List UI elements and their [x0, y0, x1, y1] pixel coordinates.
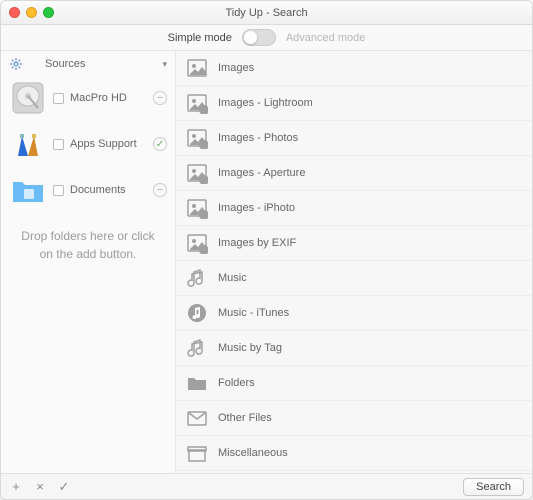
- music-tag-icon: [186, 337, 208, 359]
- category-images-aperture[interactable]: Images - Aperture: [176, 156, 532, 191]
- images-lightroom-icon: [186, 92, 208, 114]
- sidebar: Sources ▾ MacPro HD − Apps Support ✓: [1, 51, 176, 473]
- category-label: Images: [218, 62, 254, 74]
- mode-bar: Simple mode Advanced mode: [1, 25, 532, 51]
- confirm-button[interactable]: ✓: [57, 480, 71, 494]
- images-exif-icon: [186, 232, 208, 254]
- add-button[interactable]: +: [9, 480, 23, 494]
- category-label: Music: [218, 272, 247, 284]
- source-item-appssupport[interactable]: Apps Support ✓: [1, 121, 175, 167]
- titlebar: Tidy Up - Search: [1, 1, 532, 25]
- category-label: Images by EXIF: [218, 237, 296, 249]
- category-label: Images - iPhoto: [218, 202, 295, 214]
- images-aperture-icon: [186, 162, 208, 184]
- drop-hint-text: Drop folders here or click on the add bu…: [1, 213, 175, 277]
- expander-minus-icon[interactable]: −: [153, 91, 167, 105]
- search-button[interactable]: Search: [463, 478, 524, 496]
- remove-button[interactable]: ×: [33, 480, 47, 494]
- window-title: Tidy Up - Search: [1, 7, 532, 19]
- source-checkbox[interactable]: [53, 139, 64, 150]
- source-checkbox[interactable]: [53, 93, 64, 104]
- expander-minus-icon[interactable]: −: [153, 183, 167, 197]
- category-images-lightroom[interactable]: Images - Lightroom: [176, 86, 532, 121]
- category-images[interactable]: Images: [176, 51, 532, 86]
- images-icon: [186, 57, 208, 79]
- sources-list: MacPro HD − Apps Support ✓ Documents −: [1, 75, 175, 213]
- source-item-documents[interactable]: Documents −: [1, 167, 175, 213]
- source-label: Documents: [70, 184, 147, 196]
- source-checkbox[interactable]: [53, 185, 64, 196]
- category-label: Music by Tag: [218, 342, 282, 354]
- category-images-exif[interactable]: Images by EXIF: [176, 226, 532, 261]
- category-label: Music - iTunes: [218, 307, 289, 319]
- folders-icon: [186, 372, 208, 394]
- simple-mode-label[interactable]: Simple mode: [168, 32, 232, 44]
- category-label: Other Files: [218, 412, 272, 424]
- images-iphoto-icon: [186, 197, 208, 219]
- source-label: Apps Support: [70, 138, 147, 150]
- misc-icon: [186, 442, 208, 464]
- chevron-down-icon[interactable]: ▾: [162, 59, 167, 70]
- category-images-photos[interactable]: Images - Photos: [176, 121, 532, 156]
- expander-check-icon[interactable]: ✓: [153, 137, 167, 151]
- category-label: Images - Aperture: [218, 167, 305, 179]
- music-icon: [186, 267, 208, 289]
- sources-dropdown[interactable]: Sources: [45, 58, 158, 70]
- apptools-icon: [9, 125, 47, 163]
- zoom-button[interactable]: [43, 7, 54, 18]
- source-item-macprohd[interactable]: MacPro HD −: [1, 75, 175, 121]
- category-music-itunes[interactable]: Music - iTunes: [176, 296, 532, 331]
- other-files-icon: [186, 407, 208, 429]
- category-label: Folders: [218, 377, 255, 389]
- traffic-lights: [9, 7, 54, 18]
- advanced-mode-label[interactable]: Advanced mode: [286, 32, 366, 44]
- category-label: Images - Photos: [218, 132, 298, 144]
- category-music-tag[interactable]: Music by Tag: [176, 331, 532, 366]
- minimize-button[interactable]: [26, 7, 37, 18]
- folder-icon: [9, 171, 47, 209]
- images-photos-icon: [186, 127, 208, 149]
- category-music[interactable]: Music: [176, 261, 532, 296]
- category-list[interactable]: Images Images - Lightroom Images - Photo…: [176, 51, 532, 473]
- gear-icon[interactable]: [9, 57, 23, 71]
- category-label: Images - Lightroom: [218, 97, 313, 109]
- source-label: MacPro HD: [70, 92, 147, 104]
- app-window: Tidy Up - Search Simple mode Advanced mo…: [0, 0, 533, 500]
- footer-toolbar: + × ✓ Search: [1, 473, 532, 499]
- hdd-icon: [9, 79, 47, 117]
- category-images-iphoto[interactable]: Images - iPhoto: [176, 191, 532, 226]
- mode-toggle[interactable]: [242, 29, 276, 46]
- category-other-files[interactable]: Other Files: [176, 401, 532, 436]
- close-button[interactable]: [9, 7, 20, 18]
- category-folders[interactable]: Folders: [176, 366, 532, 401]
- itunes-icon: [186, 302, 208, 324]
- category-label: Miscellaneous: [218, 447, 288, 459]
- category-miscellaneous[interactable]: Miscellaneous: [176, 436, 532, 471]
